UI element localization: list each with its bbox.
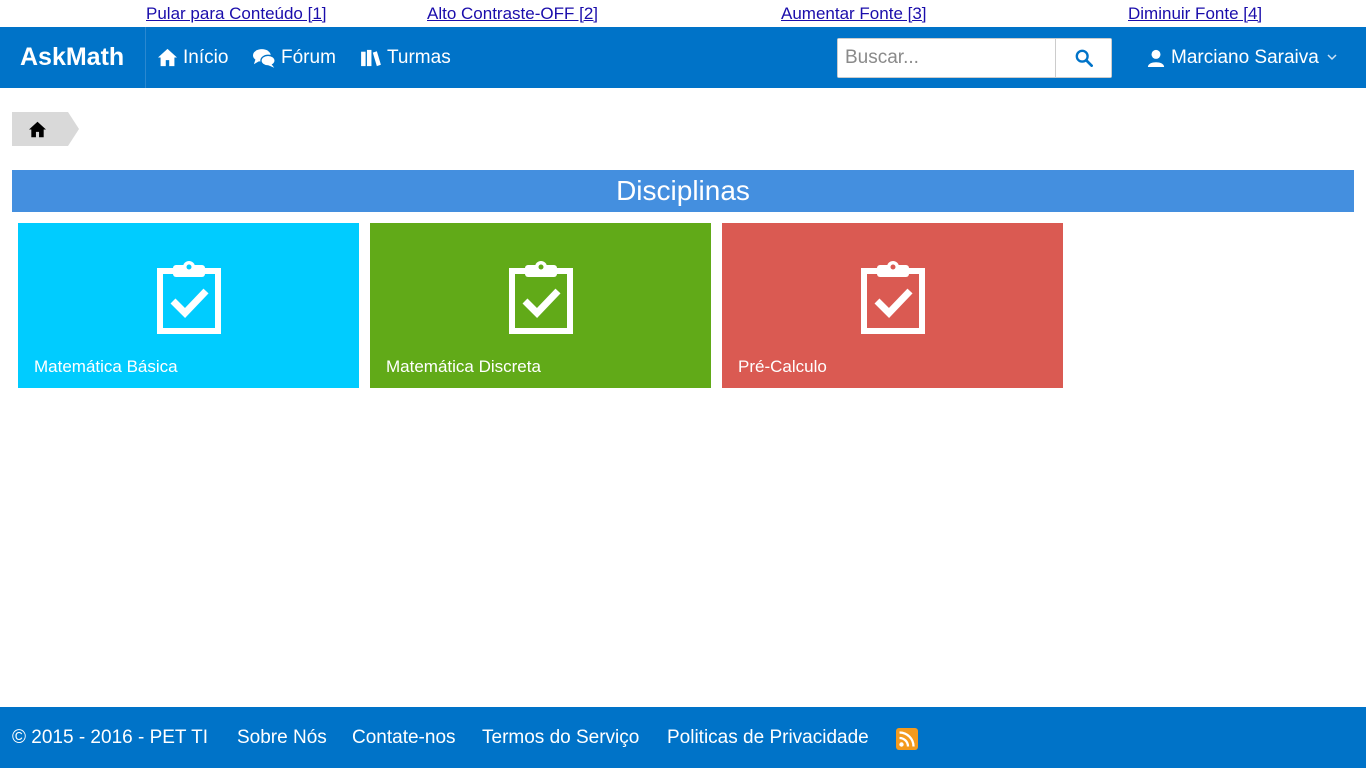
clipboard-check-icon — [157, 261, 221, 334]
nav-item-label: Início — [183, 46, 229, 68]
footer-link-contact[interactable]: Contate-nos — [352, 707, 456, 768]
search-button[interactable] — [1055, 39, 1111, 77]
brand-logo[interactable]: AskMath — [0, 27, 146, 88]
footer-link-privacy[interactable]: Politicas de Privacidade — [667, 707, 869, 768]
search-icon — [1075, 49, 1093, 67]
tile-label: Pré-Calculo — [738, 357, 827, 376]
tile-pre-calculo[interactable]: Pré-Calculo — [722, 223, 1063, 388]
rss-link[interactable] — [896, 728, 918, 750]
decrease-font-link[interactable]: Diminuir Fonte [4] — [1128, 4, 1262, 23]
clipboard-check-icon — [509, 261, 573, 334]
clipboard-check-icon — [861, 261, 925, 334]
tile-matematica-discreta[interactable]: Matemática Discreta — [370, 223, 711, 388]
chevron-down-icon — [1327, 54, 1337, 61]
increase-font-link[interactable]: Aumentar Fonte [3] — [781, 4, 927, 23]
chat-icon — [253, 48, 276, 68]
rss-icon — [896, 728, 918, 750]
tile-label: Matemática Discreta — [386, 357, 541, 376]
home-icon — [29, 121, 46, 137]
user-menu[interactable]: Marciano Saraiva — [1147, 27, 1337, 88]
breadcrumb — [12, 112, 79, 146]
search-box — [837, 38, 1112, 78]
tile-label: Matemática Básica — [34, 357, 178, 376]
tile-matematica-basica[interactable]: Matemática Básica — [18, 223, 359, 388]
page-title: Disciplinas — [12, 170, 1354, 212]
nav-item-label: Fórum — [281, 46, 336, 68]
top-navbar: AskMath Início Fórum Turmas Marciano Sar… — [0, 27, 1366, 88]
footer-copyright: © 2015 - 2016 - PET TI — [12, 727, 209, 748]
footer-link-terms[interactable]: Termos do Serviço — [482, 707, 639, 768]
footer: © 2015 - 2016 - PET TI Sobre Nós Contate… — [0, 707, 1366, 768]
user-icon — [1147, 49, 1165, 67]
accessibility-bar: Pular para Conteúdo [1] Alto Contraste-O… — [0, 0, 1366, 27]
nav-item-turmas[interactable]: Turmas — [360, 27, 451, 88]
search-input[interactable] — [838, 39, 1055, 77]
breadcrumb-home[interactable] — [12, 112, 79, 146]
home-icon — [158, 48, 177, 67]
footer-link-about[interactable]: Sobre Nós — [237, 707, 327, 768]
high-contrast-link[interactable]: Alto Contraste-OFF [2] — [427, 4, 598, 23]
nav-item-label: Turmas — [387, 46, 451, 68]
nav-item-forum[interactable]: Fórum — [253, 27, 336, 88]
books-icon — [361, 49, 381, 66]
skip-to-content-link[interactable]: Pular para Conteúdo [1] — [146, 4, 327, 23]
nav-item-inicio[interactable]: Início — [157, 27, 228, 88]
user-name: Marciano Saraiva — [1171, 46, 1319, 68]
